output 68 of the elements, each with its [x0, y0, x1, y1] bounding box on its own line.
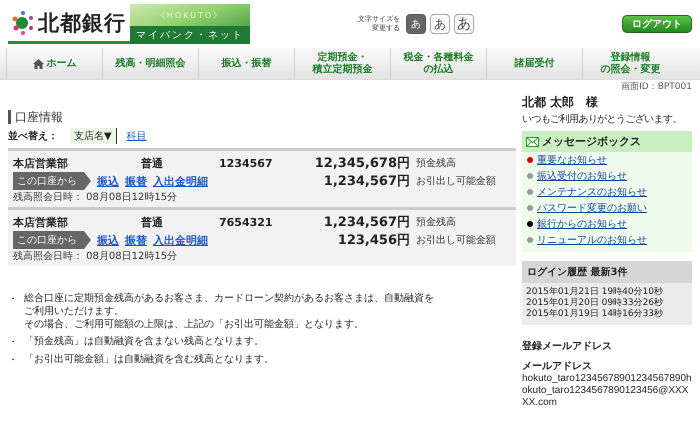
action-link[interactable]: 振込	[97, 174, 119, 188]
from-account-tag: この口座から	[13, 172, 91, 190]
nav-tab[interactable]: 振込・振替	[198, 48, 294, 79]
nav-tab[interactable]: 諸届受付	[486, 48, 582, 79]
action-link[interactable]: 振替	[125, 232, 147, 248]
message-box-title: メッセージボックス	[542, 134, 641, 149]
balance-timestamp: 残高照会日時： 08月08日12時15分	[13, 250, 178, 263]
logo-icon	[12, 10, 34, 36]
available-label: お引出し可能金額	[416, 174, 497, 188]
font-size-button[interactable]: あ	[454, 14, 474, 34]
account-number: 1234567	[219, 156, 274, 170]
login-history-title: ログイン履歴 最新3件	[522, 261, 692, 283]
nav-tab[interactable]: ホーム	[6, 48, 102, 79]
banner-title: 《HOKUTO》	[156, 10, 224, 21]
bullet: ・	[8, 354, 18, 367]
home-icon	[32, 58, 44, 68]
section-title: 口座情報	[8, 110, 516, 124]
login-time: 2015年01月19日 14時16分33秒	[526, 309, 664, 320]
bank-name: 北都銀行	[38, 10, 126, 36]
bullet: ・	[8, 336, 18, 349]
user-name: 北都 太郎 様	[522, 94, 600, 111]
action-link[interactable]: 入出金明細	[153, 232, 208, 248]
message-link[interactable]: リニューアルのお知らせ	[537, 233, 647, 247]
font-size-button[interactable]: あ	[406, 14, 426, 34]
font-size-button[interactable]: あ	[430, 14, 450, 34]
message-link[interactable]: パスワード変更のお願い	[537, 201, 647, 215]
balance-amount: 1,234,567円	[322, 214, 411, 231]
balance-timestamp: 残高照会日時： 08月08日12時15分	[13, 190, 178, 204]
sort-option[interactable]: 支店名▼	[70, 128, 117, 144]
message-link[interactable]: 振込受付のお知らせ	[537, 169, 627, 183]
email-address: hokuto_taro12345678901234567890hokuto_taro1234567890123456@XXXXX.com	[522, 373, 692, 409]
sort-option[interactable]: 科目	[122, 128, 151, 144]
note-text: 「預金残高」は自動融資を含まない残高となります。	[24, 335, 264, 349]
account-type: 普通	[141, 156, 164, 170]
balance-amount: 12,345,678円	[314, 155, 411, 172]
bullet: ・	[8, 293, 18, 307]
account-type: 普通	[141, 214, 164, 230]
login-time: 2015年01月21日 19時40分10秒	[526, 287, 664, 298]
balance-label: 預金残高	[416, 156, 457, 170]
from-account-tag: この口座から	[13, 231, 91, 249]
screen-id: 画面ID：BPT001	[620, 81, 692, 94]
sort-label: 並べ替え：	[8, 130, 58, 143]
branch-name: 本店営業部	[13, 214, 69, 230]
note-text: 「お引出可能金額」は自動融資を含む残高となります。	[24, 353, 274, 367]
nav-tab[interactable]: 登録情報 の照会・変更	[582, 48, 678, 79]
action-link[interactable]: 振込	[97, 232, 119, 248]
nav-tab[interactable]: 定期預金・ 積立定期預金	[294, 48, 390, 79]
banner-subtitle: マイバンク・ネット	[130, 26, 250, 44]
nav-tab[interactable]: 残高・明細照会	[102, 48, 198, 79]
balance-label: 預金残高	[416, 216, 457, 229]
envelope-icon	[526, 136, 539, 146]
message-link[interactable]: 銀行からのお知らせ	[537, 217, 627, 231]
logout-button[interactable]: ログアウト	[622, 15, 692, 33]
action-link[interactable]: 振替	[125, 174, 147, 188]
login-time: 2015年01月20日 09時33分26秒	[526, 298, 664, 308]
message-link[interactable]: 重要なお知らせ	[537, 153, 607, 167]
email-section-title: 登録メールアドレス	[522, 340, 613, 353]
greeting: いつもご利用ありがとうございます。	[522, 112, 683, 126]
note-text: 総合口座に定期預金残高があるお客さま、カードローン契約があるお客さまは、自動融資を ご利用いただけます。 その場合、ご利用可能額の上限は、上記の「お引出可能金額」となります。	[24, 292, 434, 331]
branch-name: 本店営業部	[13, 156, 69, 170]
email-label: メールアドレス	[522, 360, 593, 373]
available-amount: 123,456円	[336, 232, 411, 249]
account-number: 7654321	[219, 216, 274, 228]
nav-tab[interactable]: 税金・各種料金 の払込	[390, 48, 486, 79]
available-amount: 1,234,567円	[322, 173, 411, 190]
action-link[interactable]: 入出金明細	[153, 174, 208, 188]
available-label: お引出し可能金額	[416, 234, 497, 247]
message-link[interactable]: メンテナンスのお知らせ	[537, 185, 647, 199]
